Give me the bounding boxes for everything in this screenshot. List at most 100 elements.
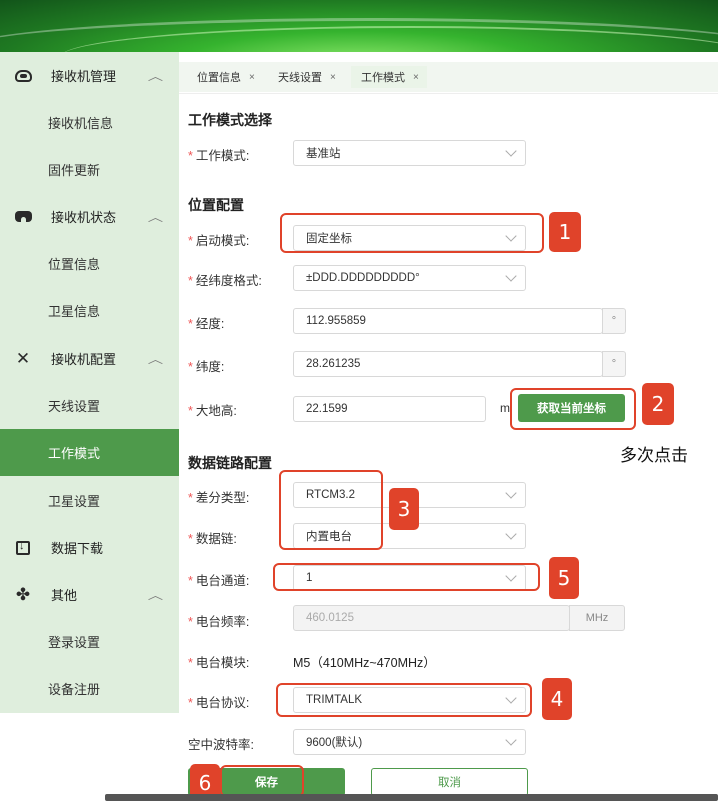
diff-type-label: * 差分类型: xyxy=(188,491,250,505)
radio-freq-unit: MHz xyxy=(569,605,625,631)
sidebar-group-label: 接收机配置 xyxy=(51,352,117,367)
section-title-mode: 工作模式选择 xyxy=(188,112,272,128)
baud-rate-select[interactable]: 9600(默认) xyxy=(293,729,526,755)
highlight-box-2 xyxy=(510,388,636,430)
sidebar-group-receiver-config[interactable]: ✕ 接收机配置 ︿ xyxy=(0,335,179,382)
tab-position-info[interactable]: 位置信息 × xyxy=(187,66,255,88)
annotation-badge-2: 2 xyxy=(642,383,674,425)
headset-icon xyxy=(14,67,32,85)
window-bottom-edge xyxy=(105,794,718,801)
sidebar-group-receiver-management[interactable]: 接收机管理 ︿ xyxy=(0,52,179,99)
sidebar-item-label: 固件更新 xyxy=(48,163,101,178)
annotation-badge-1: 1 xyxy=(549,212,581,252)
height-unit: m xyxy=(500,401,510,415)
start-mode-label: * 启动模式: xyxy=(188,234,250,248)
coord-format-select[interactable]: ±DDD.DDDDDDDDD° xyxy=(293,265,526,291)
sidebar-item-antenna-settings[interactable]: 天线设置 xyxy=(0,382,179,429)
sidebar-group-label: 接收机状态 xyxy=(51,210,117,225)
sidebar-group-receiver-status[interactable]: 接收机状态 ︿ xyxy=(0,193,179,240)
sidebar-item-label: 天线设置 xyxy=(48,399,101,414)
cancel-button[interactable]: 取消 xyxy=(371,768,528,796)
longitude-input[interactable]: 112.955859 xyxy=(293,308,603,334)
sidebar-item-satellite-info[interactable]: 卫星信息 xyxy=(0,287,179,334)
header-banner xyxy=(0,0,718,52)
sidebar-item-label: 卫星信息 xyxy=(48,304,101,319)
sidebar-group-data-download[interactable]: 数据下载 xyxy=(0,524,179,571)
highlight-box-3 xyxy=(279,470,383,550)
clover-icon: ✤ xyxy=(15,584,31,604)
close-icon[interactable]: × xyxy=(330,72,336,83)
latitude-input[interactable]: 28.261235 xyxy=(293,351,603,377)
longitude-unit: ° xyxy=(602,308,626,334)
chevron-up-icon: ︿ xyxy=(147,353,164,366)
radio-freq-label: * 电台频率: xyxy=(188,615,250,629)
vr-icon xyxy=(14,208,32,226)
sidebar-item-label: 工作模式 xyxy=(48,446,101,461)
work-mode-select[interactable]: 基准站 xyxy=(293,140,526,166)
tab-label: 位置信息 xyxy=(197,72,241,84)
sidebar: 接收机管理 ︿ 接收机信息 固件更新 接收机状态 ︿ 位置信息 卫星信息 ✕ 接… xyxy=(0,52,179,713)
chevron-down-icon xyxy=(505,734,517,746)
work-mode-value: 基准站 xyxy=(306,148,341,160)
chevron-down-icon xyxy=(505,270,517,282)
download-icon xyxy=(14,539,32,557)
coord-format-label: * 经纬度格式: xyxy=(188,274,262,288)
coord-format-value: ±DDD.DDDDDDDDD° xyxy=(306,272,420,284)
sidebar-item-work-mode[interactable]: 工作模式 xyxy=(0,429,179,476)
close-icon[interactable]: × xyxy=(413,72,419,83)
radio-module-label: * 电台模块: xyxy=(188,656,250,670)
sidebar-item-position-info[interactable]: 位置信息 xyxy=(0,240,179,287)
highlight-box-6 xyxy=(220,765,304,797)
tools-icon: ✕ xyxy=(15,348,31,368)
tab-bar: 位置信息 × 天线设置 × 工作模式 × xyxy=(179,52,718,94)
sidebar-item-login-settings[interactable]: 登录设置 xyxy=(0,618,179,665)
sidebar-item-label: 接收机信息 xyxy=(48,116,114,131)
chevron-up-icon: ︿ xyxy=(147,70,164,83)
tab-label: 天线设置 xyxy=(278,72,322,84)
sidebar-item-firmware-update[interactable]: 固件更新 xyxy=(0,146,179,193)
latitude-unit: ° xyxy=(602,351,626,377)
sidebar-item-label: 卫星设置 xyxy=(48,494,101,509)
tab-strip xyxy=(179,62,718,92)
sidebar-item-device-registration[interactable]: 设备注册 xyxy=(0,665,179,712)
highlight-box-4 xyxy=(276,683,532,717)
datalink-label: * 数据链: xyxy=(188,532,237,546)
tab-label: 工作模式 xyxy=(361,72,405,84)
sidebar-group-other[interactable]: ✤ 其他 ︿ xyxy=(0,571,179,618)
radio-channel-label: * 电台通道: xyxy=(188,574,250,588)
tab-antenna-settings[interactable]: 天线设置 × xyxy=(268,66,336,88)
sidebar-item-satellite-settings[interactable]: 卫星设置 xyxy=(0,477,179,524)
latitude-label: * 纬度: xyxy=(188,360,225,374)
annotation-note: 多次点击 xyxy=(620,446,688,465)
height-label: * 大地高: xyxy=(188,404,237,418)
annotation-badge-3: 3 xyxy=(389,488,419,530)
sidebar-group-label: 接收机管理 xyxy=(51,69,117,84)
sidebar-group-label: 数据下载 xyxy=(51,541,104,556)
annotation-badge-5: 5 xyxy=(549,557,579,599)
tab-work-mode[interactable]: 工作模式 × xyxy=(351,66,427,88)
annotation-badge-4: 4 xyxy=(542,678,572,720)
sidebar-item-label: 位置信息 xyxy=(48,257,101,272)
section-title-position: 位置配置 xyxy=(188,197,244,213)
sidebar-item-receiver-info[interactable]: 接收机信息 xyxy=(0,99,179,146)
height-input[interactable]: 22.1599 xyxy=(293,396,486,422)
chevron-up-icon: ︿ xyxy=(147,211,164,224)
baud-rate-value: 9600(默认) xyxy=(306,737,363,749)
chevron-up-icon: ︿ xyxy=(147,589,164,602)
section-title-datalink: 数据链路配置 xyxy=(188,455,272,471)
radio-module-value: M5（410MHz~470MHz） xyxy=(293,656,436,670)
sidebar-group-label: 其他 xyxy=(51,588,78,603)
sidebar-item-label: 设备注册 xyxy=(48,682,101,697)
work-mode-label: * 工作模式: xyxy=(188,149,250,163)
longitude-label: * 经度: xyxy=(188,317,225,331)
chevron-down-icon xyxy=(505,528,517,540)
radio-freq-input: 460.0125 xyxy=(293,605,570,631)
sidebar-item-label: 登录设置 xyxy=(48,635,101,650)
baud-rate-label: 空中波特率: xyxy=(188,738,254,752)
chevron-down-icon xyxy=(505,487,517,499)
highlight-box-5 xyxy=(273,563,540,591)
highlight-box-1 xyxy=(280,213,544,253)
chevron-down-icon xyxy=(505,145,517,157)
close-icon[interactable]: × xyxy=(249,72,255,83)
radio-protocol-label: * 电台协议: xyxy=(188,696,250,710)
